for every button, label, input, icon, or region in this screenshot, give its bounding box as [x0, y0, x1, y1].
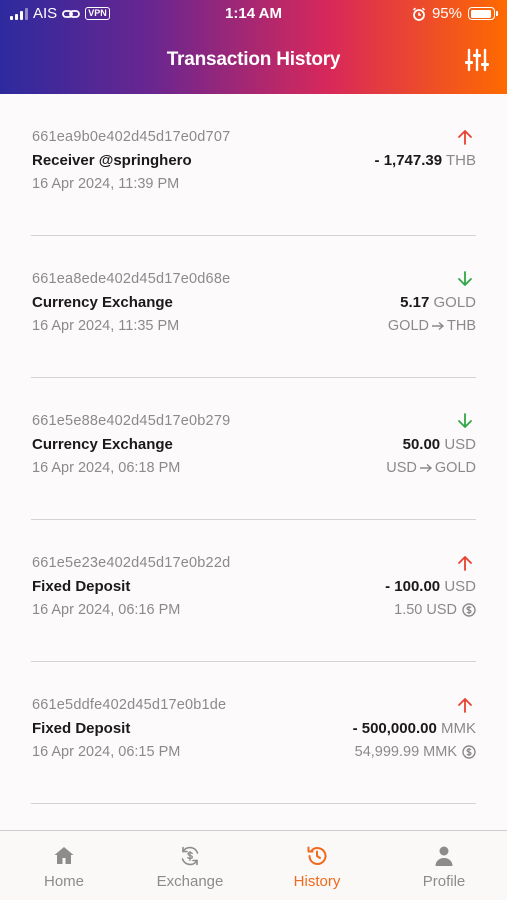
tab-label: Profile	[422, 873, 466, 890]
transaction-id: 661e5ddfe402d45d17e0b1de	[32, 697, 227, 713]
tab-history[interactable]: History	[254, 831, 380, 900]
arrow-down-icon	[458, 413, 472, 428]
status-right: 95%	[412, 5, 498, 22]
battery-icon	[468, 7, 498, 20]
sliders-icon[interactable]	[463, 46, 491, 74]
history-icon	[307, 846, 327, 865]
tab-exchange[interactable]: Exchange	[127, 831, 253, 900]
transaction-amount: - 100.00 USD	[385, 578, 476, 595]
arrow-right-icon	[419, 463, 432, 473]
coin-icon	[462, 745, 476, 759]
interest-value: 54,999.99 MMK	[354, 744, 457, 760]
transaction-list: 661ea9b0e402d45d17e0d707 Receiver @sprin…	[0, 94, 507, 804]
exchange-to: THB	[447, 318, 476, 334]
transaction-date: 16 Apr 2024, 11:39 PM	[32, 176, 180, 192]
tab-label: History	[293, 873, 341, 890]
home-icon	[54, 847, 74, 864]
transaction-item[interactable]: 661e5ddfe402d45d17e0b1de Fixed Deposit 1…	[31, 662, 476, 804]
status-bar: AIS VPN 1:14 AM 95%	[0, 0, 507, 30]
transaction-amount: - 1,747.39 THB	[374, 152, 476, 169]
alarm-icon	[412, 7, 426, 21]
transaction-item[interactable]: 661e5e23e402d45d17e0b22d Fixed Deposit 1…	[31, 520, 476, 662]
transaction-name: Fixed Deposit	[32, 578, 131, 595]
interest-info: 54,999.99 MMK	[355, 744, 476, 760]
page-title: Transaction History	[166, 49, 341, 70]
bottom-tab-bar: Home Exchange History Profile	[0, 830, 507, 900]
transaction-item[interactable]: 661e5e88e402d45d17e0b279 Currency Exchan…	[31, 378, 476, 520]
exchange-pair: USD GOLD	[386, 460, 476, 476]
tab-label: Home	[43, 873, 84, 890]
transaction-date: 16 Apr 2024, 11:35 PM	[32, 318, 180, 334]
exchange-to: GOLD	[434, 460, 476, 476]
transaction-date: 16 Apr 2024, 06:16 PM	[32, 602, 181, 618]
transaction-item[interactable]: 661ea9b0e402d45d17e0d707 Receiver @sprin…	[31, 94, 476, 236]
transaction-name: Currency Exchange	[32, 436, 173, 453]
tab-label: Exchange	[156, 873, 224, 890]
interest-info: 1.50 USD	[394, 602, 476, 618]
transaction-name: Fixed Deposit	[32, 720, 131, 737]
transaction-amount: - 500,000.00 MMK	[352, 720, 476, 737]
interest-value: 1.50 USD	[394, 602, 457, 618]
exchange-pair: GOLD THB	[388, 318, 476, 334]
arrow-up-icon	[458, 698, 472, 713]
tab-profile[interactable]: Profile	[381, 831, 507, 900]
transaction-id: 661e5e88e402d45d17e0b279	[32, 413, 231, 429]
transaction-item[interactable]: 661ea8ede402d45d17e0d68e Currency Exchan…	[31, 236, 476, 378]
transaction-amount: 5.17 GOLD	[400, 294, 476, 311]
exchange-from: GOLD	[387, 318, 429, 334]
app-header: AIS VPN 1:14 AM 95% Transaction History	[0, 0, 507, 94]
transaction-id: 661ea8ede402d45d17e0d68e	[32, 271, 231, 287]
coin-icon	[462, 603, 476, 617]
profile-icon	[435, 846, 453, 866]
arrow-up-icon	[458, 556, 472, 571]
transaction-name: Currency Exchange	[32, 294, 173, 311]
arrow-down-icon	[458, 271, 472, 286]
arrow-up-icon	[458, 130, 472, 145]
transaction-date: 16 Apr 2024, 06:15 PM	[32, 744, 181, 760]
tab-home[interactable]: Home	[1, 831, 127, 900]
battery-percent: 95%	[431, 5, 462, 22]
transaction-id: 661e5e23e402d45d17e0b22d	[32, 555, 231, 571]
transaction-id: 661ea9b0e402d45d17e0d707	[32, 129, 231, 145]
transaction-amount: 50.00 USD	[402, 436, 476, 453]
transaction-name: Receiver @springhero	[32, 152, 192, 169]
exchange-icon	[181, 846, 199, 866]
exchange-from: USD	[386, 460, 417, 476]
arrow-right-icon	[432, 321, 445, 331]
transaction-date: 16 Apr 2024, 06:18 PM	[32, 460, 181, 476]
